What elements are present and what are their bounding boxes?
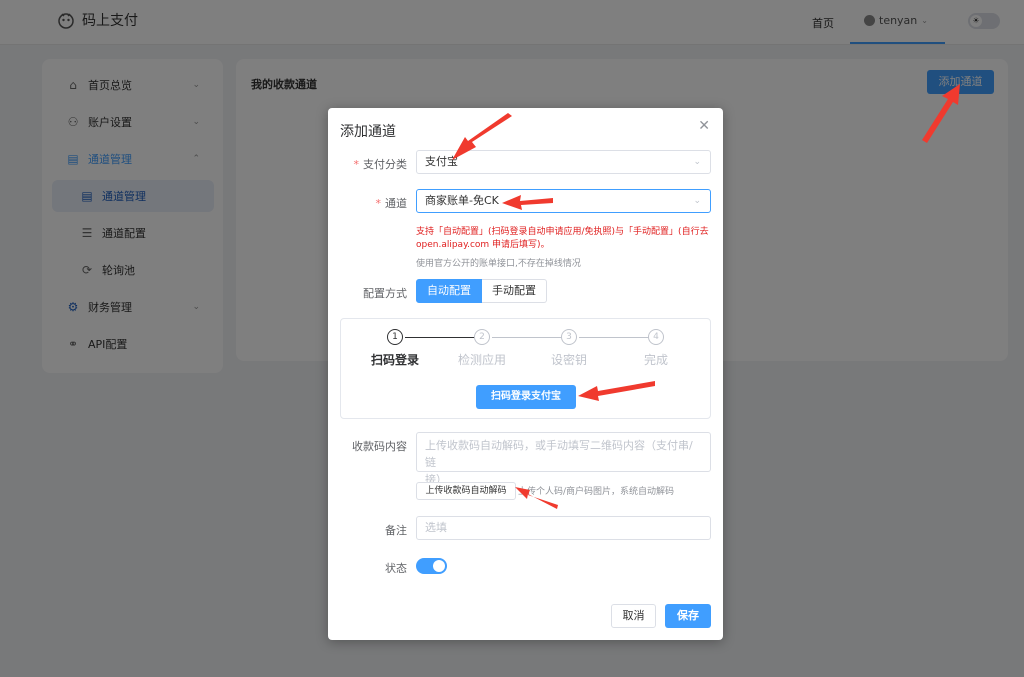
save-button[interactable]: 保存 xyxy=(665,604,711,628)
chevron-down-icon: ⌄ xyxy=(693,196,701,206)
qr-content-textarea[interactable]: 上传收款码自动解码，或手动填写二维码内容（支付串/链 接） xyxy=(416,432,711,486)
channel-note: 使用官方公开的账单接口,不存在掉线情况 xyxy=(416,259,581,269)
remark-label: 备注 xyxy=(385,524,407,537)
scan-login-alipay-button[interactable]: 扫码登录支付宝 xyxy=(476,385,576,409)
step-number: 2 xyxy=(474,329,490,345)
config-hint-line-2: open.alipay.com 申请后填写)。 xyxy=(416,240,550,250)
close-icon[interactable]: ✕ xyxy=(698,118,710,134)
upload-qr-button[interactable]: 上传收款码自动解码 xyxy=(416,482,516,500)
step-number: 3 xyxy=(561,329,577,345)
pay-category-select[interactable]: 支付宝 ⌄ xyxy=(416,150,711,174)
status-label: 状态 xyxy=(385,562,407,575)
step-number: 4 xyxy=(648,329,664,345)
pay-category-value: 支付宝 xyxy=(425,155,458,168)
step-title: 设密钥 xyxy=(550,353,587,367)
step-number: 1 xyxy=(387,329,403,345)
channel-label: * 通道 xyxy=(375,197,408,210)
steps-box: 1 扫码登录 2 检测应用 3 设密钥 4 完成 扫码登录支付宝 xyxy=(340,318,711,419)
config-hint: 支持「自动配置」(扫码登录自动申请应用/免执照)与「手动配置」(自行去 open… xyxy=(416,226,716,252)
step-4: 4 完成 xyxy=(616,329,696,368)
step-title: 扫码登录 xyxy=(370,353,419,367)
status-switch[interactable] xyxy=(416,558,447,574)
config-mode-label: 配置方式 xyxy=(363,287,407,300)
config-auto-button[interactable]: 自动配置 xyxy=(416,279,482,303)
add-channel-dialog: 添加通道 ✕ * 支付分类 支付宝 ⌄ * 通道 商家账单-免CK ⌄ 支持「自动配… xyxy=(328,108,723,640)
qr-content-label: 收款码内容 xyxy=(352,440,407,453)
channel-select[interactable]: 商家账单-免CK ⌄ xyxy=(416,189,711,213)
channel-value: 商家账单-免CK xyxy=(425,194,499,207)
cancel-button[interactable]: 取消 xyxy=(611,604,656,628)
dialog-title: 添加通道 xyxy=(340,124,396,140)
remark-input[interactable]: 选填 xyxy=(416,516,711,540)
chevron-down-icon: ⌄ xyxy=(693,157,701,167)
config-hint-line-1: 支持「自动配置」(扫码登录自动申请应用/免执照)与「手动配置」(自行去 xyxy=(416,227,709,237)
placeholder-line-1: 上传收款码自动解码，或手动填写二维码内容（支付串/链 xyxy=(425,439,693,469)
step-title: 检测应用 xyxy=(457,353,506,367)
step-3: 3 设密钥 xyxy=(529,329,609,368)
config-manual-button[interactable]: 手动配置 xyxy=(482,279,547,303)
upload-hint: 上传个人码/商户码图片，系统自动解码 xyxy=(518,487,675,497)
step-2: 2 检测应用 xyxy=(442,329,522,368)
config-mode-toggle: 自动配置 手动配置 xyxy=(416,279,547,303)
step-1: 1 扫码登录 xyxy=(355,329,435,368)
pay-category-label: * 支付分类 xyxy=(353,158,408,171)
step-title: 完成 xyxy=(643,353,668,367)
